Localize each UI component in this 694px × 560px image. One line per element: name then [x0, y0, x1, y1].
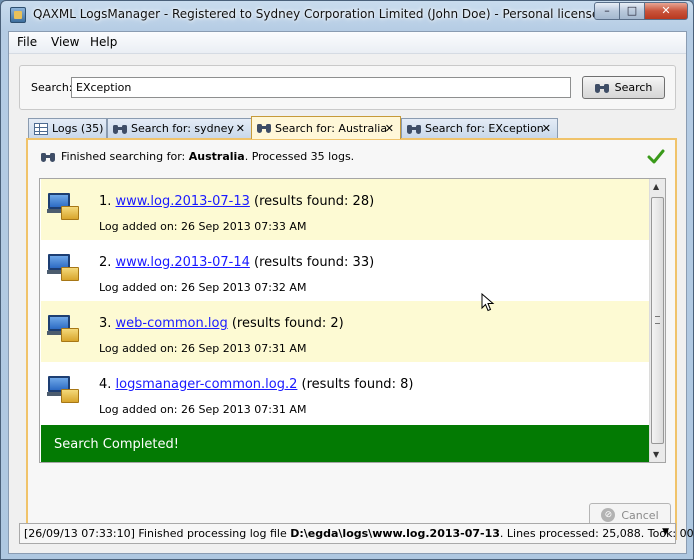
added-date: 26 Sep 2013 07:31 AM	[181, 342, 307, 355]
statusbar-prefix: [26/09/13 07:33:10] Finished processing …	[24, 527, 291, 540]
result-index: 3.	[99, 316, 112, 331]
added-label: Log added on:	[99, 281, 178, 294]
title-bar[interactable]: QAXML LogsManager - Registered to Sydney…	[1, 1, 693, 29]
list-item: 1. www.log.2013-07-13 (results found: 28…	[41, 179, 649, 240]
added-date: 26 Sep 2013 07:32 AM	[181, 281, 307, 294]
search-label: Search:	[31, 81, 73, 94]
result-index: 4.	[99, 377, 112, 392]
status-term: Australia	[188, 150, 245, 163]
log-file-icon	[47, 254, 79, 284]
list-item: 3. web-common.log (results found: 2) Log…	[41, 301, 649, 362]
search-button-label: Search	[614, 81, 653, 94]
added-date: 26 Sep 2013 07:33 AM	[181, 220, 307, 233]
added-label: Log added on:	[99, 342, 178, 355]
result-count: (results found: 33)	[254, 255, 375, 270]
close-tab-icon[interactable]: ✕	[385, 122, 394, 135]
tab-label: Search for: EXception	[425, 122, 544, 135]
close-tab-icon[interactable]: ✕	[236, 122, 245, 135]
checkmark-icon	[647, 149, 665, 164]
vertical-scrollbar[interactable]: ▲ ▼	[649, 179, 665, 462]
log-file-icon	[47, 193, 79, 223]
search-input[interactable]	[71, 77, 571, 98]
tab-logs[interactable]: Logs (35)	[28, 118, 107, 138]
app-icon	[10, 7, 26, 23]
result-count: (results found: 28)	[254, 194, 375, 209]
window-title: QAXML LogsManager - Registered to Sydney…	[33, 7, 600, 21]
tab-label: Search for: Australia	[275, 121, 388, 135]
tab-label: Search for: sydney	[131, 122, 234, 135]
results-list[interactable]: 1. www.log.2013-07-13 (results found: 28…	[39, 178, 666, 463]
mouse-cursor-icon	[481, 293, 495, 312]
app-window: QAXML LogsManager - Registered to Sydney…	[0, 0, 694, 560]
log-file-icon	[47, 376, 79, 406]
search-button[interactable]: Search	[582, 76, 665, 99]
close-tab-icon[interactable]: ✕	[542, 122, 551, 135]
result-count: (results found: 2)	[231, 316, 344, 331]
menu-help[interactable]: Help	[87, 35, 120, 49]
status-suffix: . Processed 35 logs.	[244, 150, 355, 163]
menu-bar: File View Help	[9, 32, 686, 54]
binoculars-icon	[41, 152, 55, 162]
minimize-button[interactable]: –	[594, 2, 620, 20]
tab-label: Logs (35)	[52, 122, 104, 135]
binoculars-icon	[407, 124, 421, 134]
result-link[interactable]: www.log.2013-07-14	[116, 255, 250, 270]
grid-icon	[34, 122, 48, 135]
result-index: 2.	[99, 255, 112, 270]
tab-strip: Logs (35) Search for: sydney ✕ Search fo…	[28, 116, 688, 139]
cancel-icon: ⊘	[601, 508, 616, 522]
tab-search-sydney[interactable]: Search for: sydney ✕	[107, 118, 252, 138]
result-link[interactable]: www.log.2013-07-13	[116, 194, 250, 209]
added-date: 26 Sep 2013 07:31 AM	[181, 403, 307, 416]
scroll-thumb[interactable]	[651, 197, 664, 444]
cancel-button-label: Cancel	[621, 508, 659, 522]
search-status: Finished searching for: Australia. Proce…	[41, 150, 354, 163]
binoculars-icon	[257, 123, 271, 133]
result-link[interactable]: web-common.log	[116, 316, 228, 331]
menu-file[interactable]: File	[14, 35, 40, 49]
added-label: Log added on:	[99, 403, 178, 416]
list-item: 4. logsmanager-common.log.2 (results fou…	[41, 362, 649, 423]
tab-search-exception[interactable]: Search for: EXception ✕	[401, 118, 558, 138]
search-completed-banner: Search Completed!	[41, 425, 649, 462]
binoculars-icon	[594, 83, 609, 93]
scroll-up-icon[interactable]: ▲	[653, 182, 659, 191]
status-prefix: Finished searching for:	[61, 150, 189, 163]
statusbar-dropdown-icon[interactable]: ▼	[662, 527, 669, 537]
log-file-icon	[47, 315, 79, 345]
added-label: Log added on:	[99, 220, 178, 233]
close-window-button[interactable]: ✕	[644, 2, 688, 20]
client-area: File View Help Search: Search Logs (35) …	[8, 31, 694, 554]
menu-view[interactable]: View	[48, 35, 82, 49]
tab-search-australia[interactable]: Search for: Australia ✕	[251, 116, 401, 139]
search-bar: Search: Search	[19, 65, 676, 110]
results-panel: Finished searching for: Australia. Proce…	[26, 138, 677, 540]
binoculars-icon	[113, 124, 127, 134]
result-count: (results found: 8)	[301, 377, 414, 392]
result-link[interactable]: logsmanager-common.log.2	[116, 377, 298, 392]
list-item: 2. www.log.2013-07-14 (results found: 33…	[41, 240, 649, 301]
status-bar: [26/09/13 07:33:10] Finished processing …	[19, 523, 694, 544]
maximize-button[interactable]: □	[619, 2, 645, 20]
scroll-down-icon[interactable]: ▼	[653, 450, 659, 459]
result-index: 1.	[99, 194, 112, 209]
statusbar-file: D:\egda\logs\www.log.2013-07-13	[290, 527, 500, 540]
